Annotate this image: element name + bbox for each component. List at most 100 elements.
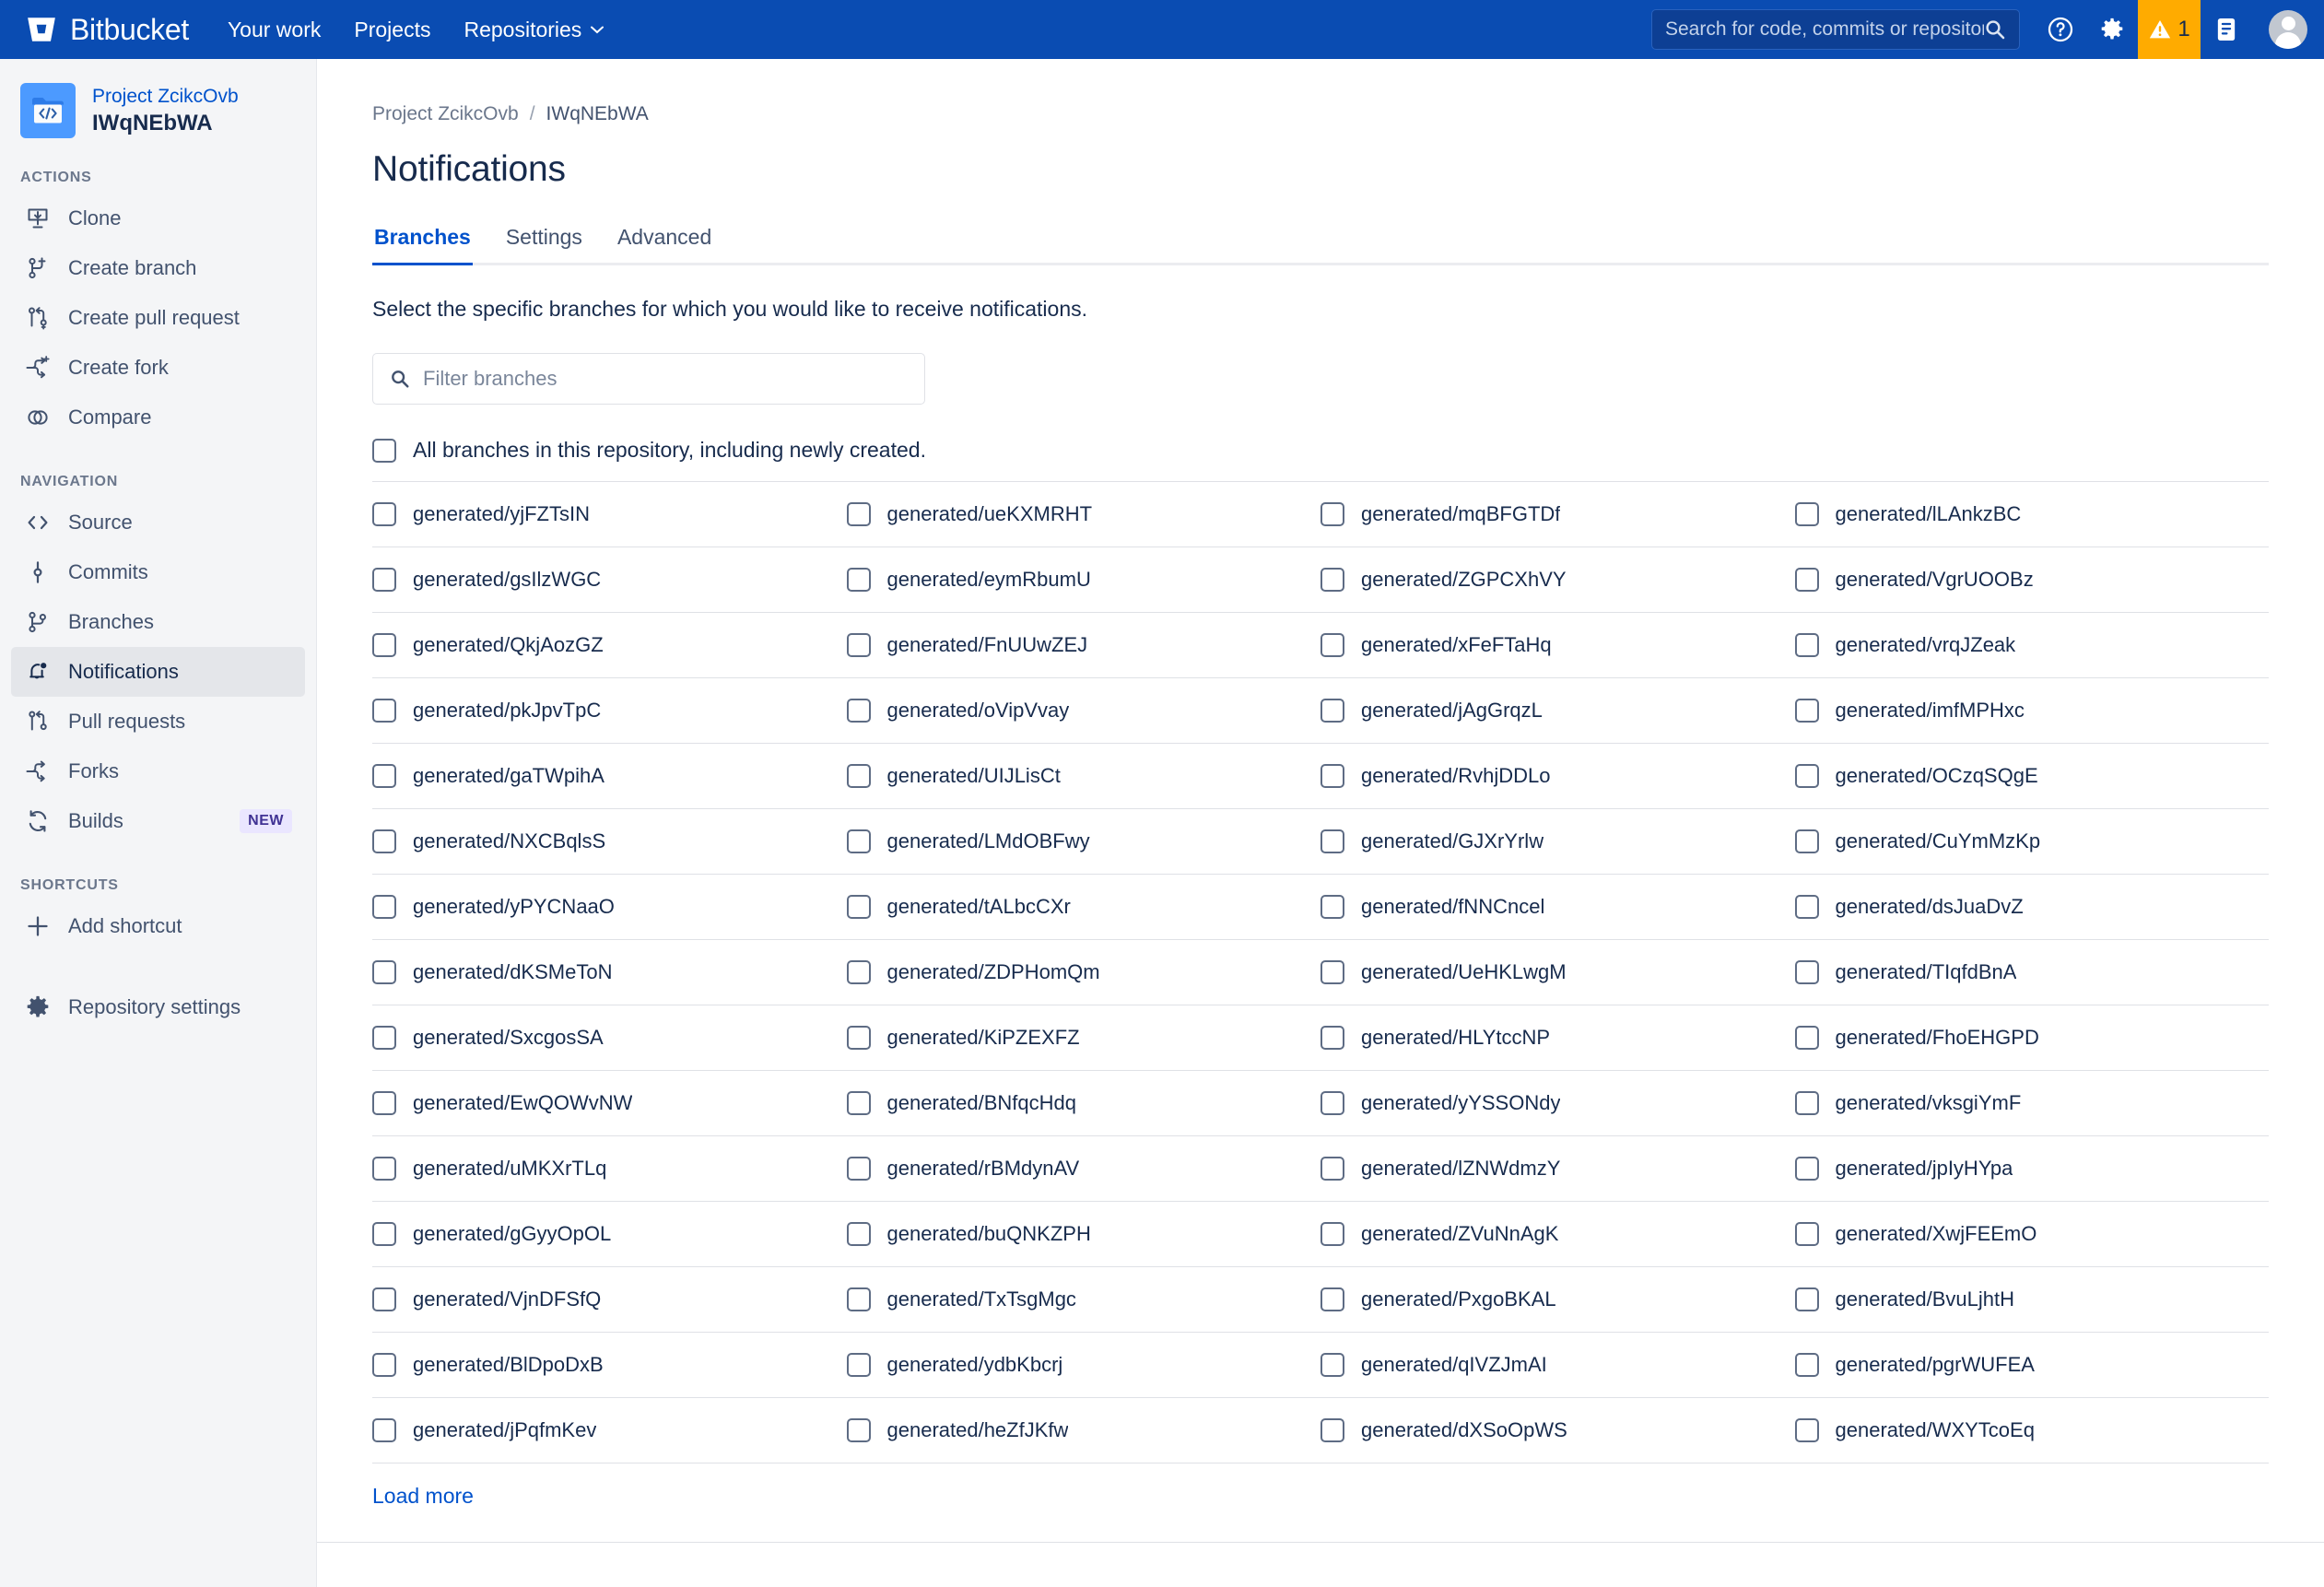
branch-row[interactable]: generated/BvuLjhtH: [1794, 1266, 2269, 1332]
sidebar-item-compare[interactable]: Compare: [11, 393, 305, 442]
branch-checkbox[interactable]: [1320, 960, 1344, 984]
branch-checkbox[interactable]: [1320, 764, 1344, 788]
branch-row[interactable]: generated/eymRbumU: [846, 547, 1320, 612]
branch-checkbox[interactable]: [846, 764, 871, 788]
branch-row[interactable]: generated/pkJpvTpC: [372, 677, 847, 743]
branch-row[interactable]: generated/WXYTcoEq: [1794, 1397, 2269, 1463]
sidebar-item-forks[interactable]: Forks: [11, 746, 305, 796]
sidebar-item-commits[interactable]: Commits: [11, 547, 305, 597]
branch-checkbox[interactable]: [1320, 568, 1344, 592]
branch-checkbox[interactable]: [1320, 633, 1344, 657]
bitbucket-home-link[interactable]: Bitbucket: [0, 13, 211, 47]
sidebar-item-branches[interactable]: Branches: [11, 597, 305, 647]
settings-button[interactable]: [2086, 0, 2138, 59]
branch-row[interactable]: generated/QkjAozGZ: [372, 612, 847, 677]
branch-checkbox[interactable]: [1794, 829, 1819, 853]
branch-checkbox[interactable]: [372, 1287, 396, 1311]
branch-checkbox[interactable]: [1320, 1418, 1344, 1442]
branch-checkbox[interactable]: [1794, 895, 1819, 919]
branch-checkbox[interactable]: [846, 699, 871, 723]
branch-row[interactable]: generated/HLYtccNP: [1320, 1005, 1795, 1070]
branch-row[interactable]: generated/SxcgosSA: [372, 1005, 847, 1070]
branch-checkbox[interactable]: [1320, 829, 1344, 853]
branch-row[interactable]: generated/ZDPHomQm: [846, 939, 1320, 1005]
branch-row[interactable]: generated/vksgiYmF: [1794, 1070, 2269, 1135]
branch-checkbox[interactable]: [1320, 1353, 1344, 1377]
branch-checkbox[interactable]: [846, 568, 871, 592]
branch-checkbox[interactable]: [1794, 1091, 1819, 1115]
branch-row[interactable]: generated/dKSMeToN: [372, 939, 847, 1005]
sidebar-item-pull-requests[interactable]: Pull requests: [11, 697, 305, 746]
branch-row[interactable]: generated/uMKXrTLq: [372, 1135, 847, 1201]
branch-row[interactable]: generated/dXSoOpWS: [1320, 1397, 1795, 1463]
branch-row[interactable]: generated/BlDpoDxB: [372, 1332, 847, 1397]
branch-row[interactable]: generated/VjnDFSfQ: [372, 1266, 847, 1332]
sidebar-item-create-pull-request[interactable]: Create pull request: [11, 293, 305, 343]
branch-row[interactable]: generated/RvhjDDLo: [1320, 743, 1795, 808]
branch-row[interactable]: generated/KiPZEXFZ: [846, 1005, 1320, 1070]
tab-branches[interactable]: Branches: [372, 221, 473, 265]
branch-row[interactable]: generated/vrqJZeak: [1794, 612, 2269, 677]
branch-row[interactable]: generated/pgrWUFEA: [1794, 1332, 2269, 1397]
branch-checkbox[interactable]: [1320, 1222, 1344, 1246]
branch-row[interactable]: generated/jPqfmKev: [372, 1397, 847, 1463]
breadcrumb-repository-link[interactable]: IWqNEbWA: [546, 103, 649, 125]
branch-checkbox[interactable]: [372, 829, 396, 853]
branch-row[interactable]: generated/yPYCNaaO: [372, 874, 847, 939]
branch-checkbox[interactable]: [846, 1091, 871, 1115]
branch-row[interactable]: generated/lZNWdmzY: [1320, 1135, 1795, 1201]
sidebar-item-source[interactable]: Source: [11, 498, 305, 547]
branch-row[interactable]: generated/NXCBqlsS: [372, 808, 847, 874]
nav-projects[interactable]: Projects: [337, 8, 447, 52]
branch-checkbox[interactable]: [372, 1353, 396, 1377]
branch-row[interactable]: generated/EwQOWvNW: [372, 1070, 847, 1135]
branch-checkbox[interactable]: [846, 502, 871, 526]
branch-row[interactable]: generated/fNNCncel: [1320, 874, 1795, 939]
all-branches-row[interactable]: All branches in this repository, includi…: [372, 438, 2324, 481]
branch-checkbox[interactable]: [372, 502, 396, 526]
branch-checkbox[interactable]: [846, 1353, 871, 1377]
branch-row[interactable]: generated/mqBFGTDf: [1320, 481, 1795, 547]
branch-checkbox[interactable]: [1794, 1222, 1819, 1246]
branch-checkbox[interactable]: [372, 1157, 396, 1181]
branch-row[interactable]: generated/TIqfdBnA: [1794, 939, 2269, 1005]
branch-checkbox[interactable]: [1320, 1287, 1344, 1311]
branch-checkbox[interactable]: [846, 1222, 871, 1246]
branch-row[interactable]: generated/ZGPCXhVY: [1320, 547, 1795, 612]
branch-row[interactable]: generated/UeHKLwgM: [1320, 939, 1795, 1005]
branch-checkbox[interactable]: [1320, 1157, 1344, 1181]
branch-row[interactable]: generated/tALbcCXr: [846, 874, 1320, 939]
filter-branches-input[interactable]: Filter branches: [372, 353, 925, 405]
branch-checkbox[interactable]: [846, 829, 871, 853]
branch-row[interactable]: generated/oVipVvay: [846, 677, 1320, 743]
branch-row[interactable]: generated/rBMdynAV: [846, 1135, 1320, 1201]
branch-row[interactable]: generated/UIJLisCt: [846, 743, 1320, 808]
branch-checkbox[interactable]: [1794, 568, 1819, 592]
branch-checkbox[interactable]: [846, 633, 871, 657]
load-more-link[interactable]: Load more: [372, 1484, 474, 1509]
branch-checkbox[interactable]: [372, 568, 396, 592]
branch-checkbox[interactable]: [372, 633, 396, 657]
tab-settings[interactable]: Settings: [504, 221, 584, 263]
branch-row[interactable]: generated/heZfJKfw: [846, 1397, 1320, 1463]
branch-checkbox[interactable]: [846, 1287, 871, 1311]
branch-checkbox[interactable]: [1794, 1157, 1819, 1181]
sidebar-item-repository-settings[interactable]: Repository settings: [11, 982, 305, 1032]
branch-checkbox[interactable]: [372, 764, 396, 788]
branch-row[interactable]: generated/BNfqcHdq: [846, 1070, 1320, 1135]
branch-row[interactable]: generated/LMdOBFwy: [846, 808, 1320, 874]
branch-checkbox[interactable]: [372, 1222, 396, 1246]
branch-row[interactable]: generated/ydbKbcrj: [846, 1332, 1320, 1397]
alerts-button[interactable]: 1: [2138, 0, 2201, 59]
sidebar-item-builds[interactable]: Builds NEW: [11, 796, 305, 846]
branch-checkbox[interactable]: [846, 1026, 871, 1050]
branch-row[interactable]: generated/qIVZJmAI: [1320, 1332, 1795, 1397]
branch-row[interactable]: generated/PxgoBKAL: [1320, 1266, 1795, 1332]
tab-advanced[interactable]: Advanced: [616, 221, 713, 263]
all-branches-checkbox[interactable]: [372, 438, 396, 463]
sidebar-item-add-shortcut[interactable]: Add shortcut: [11, 901, 305, 951]
branch-row[interactable]: generated/gsIlzWGC: [372, 547, 847, 612]
branch-checkbox[interactable]: [1794, 960, 1819, 984]
nav-your-work[interactable]: Your work: [211, 8, 337, 52]
branch-checkbox[interactable]: [1320, 699, 1344, 723]
